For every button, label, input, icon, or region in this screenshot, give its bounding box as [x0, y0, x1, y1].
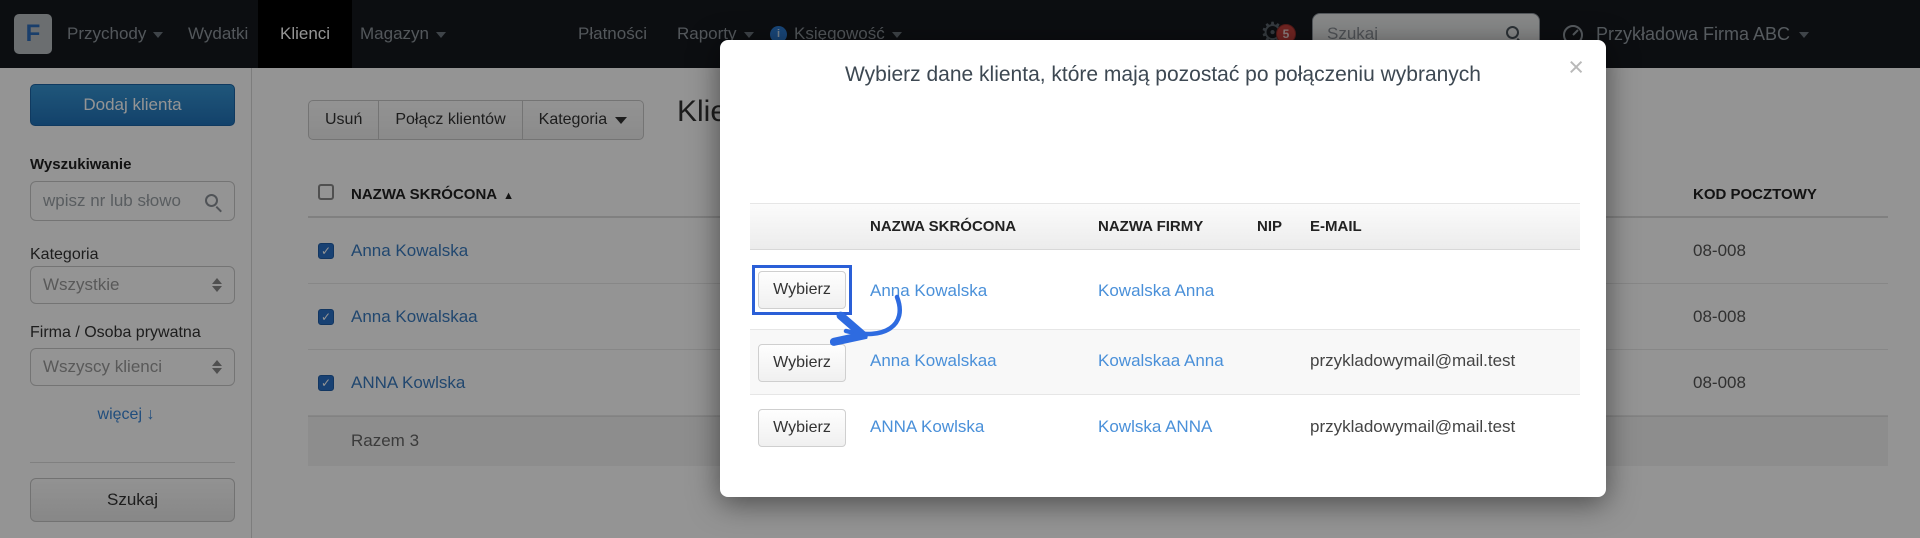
- client-short-name-link[interactable]: Anna Kowalska: [870, 281, 987, 301]
- modal-row-highlighted: Wybierz Anna Kowalska Kowalska Anna: [750, 250, 1580, 330]
- highlight-frame: Wybierz: [752, 265, 852, 315]
- client-email: przykladowymail@mail.test: [1310, 417, 1516, 436]
- modal-table: NAZWA SKRÓCONA NAZWA FIRMY NIP E-MAIL Wy…: [750, 203, 1580, 462]
- select-client-button[interactable]: Wybierz: [758, 271, 846, 309]
- client-short-name-link[interactable]: Anna Kowalskaa: [870, 351, 997, 371]
- modal-title: Wybierz dane klienta, które mają pozosta…: [845, 63, 1481, 86]
- client-short-name-link[interactable]: ANNA Kowlska: [870, 417, 984, 437]
- client-company-link[interactable]: Kowlska ANNA: [1098, 417, 1212, 437]
- column-email: E-MAIL: [1310, 218, 1362, 235]
- column-company-name: NAZWA FIRMY: [1098, 218, 1204, 235]
- modal-row: Wybierz ANNA Kowlska Kowlska ANNA przykl…: [750, 395, 1580, 462]
- merge-clients-modal: × Wybierz dane klienta, które mają pozos…: [720, 40, 1606, 497]
- client-company-link[interactable]: Kowalskaa Anna: [1098, 351, 1224, 371]
- client-company-link[interactable]: Kowalska Anna: [1098, 281, 1214, 301]
- client-email: przykladowymail@mail.test: [1310, 351, 1516, 370]
- column-nip: NIP: [1257, 218, 1283, 235]
- modal-table-header: NAZWA SKRÓCONA NAZWA FIRMY NIP E-MAIL: [750, 203, 1580, 250]
- modal-row: Wybierz Anna Kowalskaa Kowalskaa Anna pr…: [750, 330, 1580, 395]
- select-client-button[interactable]: Wybierz: [758, 409, 846, 447]
- close-icon[interactable]: ×: [1568, 54, 1584, 81]
- select-client-button[interactable]: Wybierz: [758, 344, 846, 382]
- column-short-name: NAZWA SKRÓCONA: [870, 218, 1017, 235]
